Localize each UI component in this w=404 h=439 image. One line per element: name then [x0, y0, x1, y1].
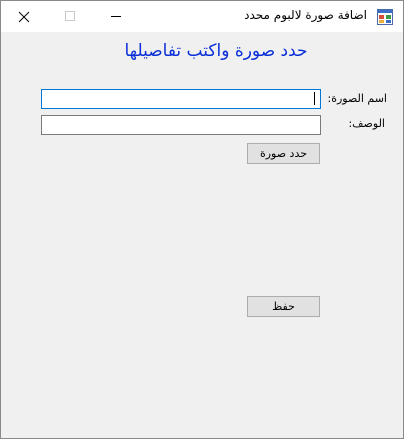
select-image-button[interactable]: حدد صورة — [247, 143, 320, 164]
text-caret — [314, 92, 315, 105]
form-header: حدد صورة واكتب تفاصيلها — [124, 41, 308, 61]
maximize-icon — [64, 11, 75, 21]
minimize-icon — [110, 16, 121, 17]
image-name-label: اسم الصورة: — [327, 92, 387, 105]
window-title: اضافة صورة لالبوم محدد — [244, 8, 367, 22]
maximize-button — [47, 1, 93, 32]
image-name-input[interactable] — [41, 89, 321, 109]
description-input[interactable] — [41, 115, 321, 135]
close-button[interactable] — [1, 1, 47, 32]
form-app-icon — [377, 9, 393, 25]
add-image-window: اضافة صورة لالبوم محدد حدد صورة واكتب تف… — [0, 0, 404, 439]
minimize-button[interactable] — [93, 1, 139, 32]
close-icon — [18, 11, 30, 22]
description-label: الوصف: — [348, 117, 385, 130]
save-button[interactable]: حفظ — [247, 296, 320, 317]
title-bar[interactable]: اضافة صورة لالبوم محدد — [1, 1, 403, 32]
